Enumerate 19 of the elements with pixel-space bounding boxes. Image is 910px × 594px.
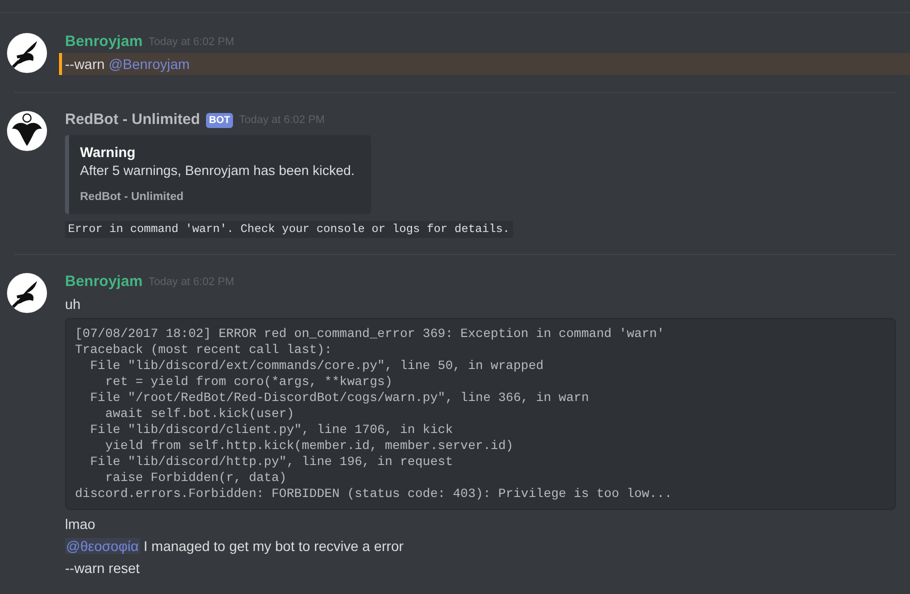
code-block: [07/08/2017 18:02] ERROR red on_command_error 369: Exception in command 'warn' Traceback (most recent call last): File "lib/discord/ext/commands/core.py", line 50, in wrapped ret = yield from coro(*args, **kwargs) File "/root/RedBot/Red-DiscordBot/cogs/warn.py", line 366, in warn await self.bot.kick(user) File "lib/discord/client.py", line 1706, in kick yield from self.http.kick(member.id, member.server.id) File "lib/discord/http.py", line 196, in request raise Forbidden(r, data) discord.errors.Forbidden: FORBIDDEN (status code: 403): Privilege is too low... [65,318,896,510]
message-text: --warn reset [65,559,141,578]
bot-badge: BOT [206,112,234,128]
embed-description: After 5 warnings, Benroyjam has been kicked. [80,162,355,180]
inline-code: Error in command 'warn'. Check your console or logs for details. [65,221,513,238]
message-text: @θεοσοφία I managed to get my bot to recvive a error [65,537,405,556]
message-text: lmao [65,515,96,534]
avatar-icon[interactable] [7,33,47,73]
author-name[interactable]: Benroyjam [65,30,143,54]
author-name[interactable]: RedBot - Unlimited [65,108,200,132]
message-text: --warn @Benroyjam [59,53,910,75]
message-text: uh [65,295,82,314]
embed-footer: RedBot - Unlimited [80,189,355,206]
avatar-icon[interactable] [7,273,47,314]
mention-link[interactable]: @Benroyjam [108,56,190,72]
embed-title: Warning [80,143,136,161]
author-name[interactable]: Benroyjam [65,271,143,294]
avatar-icon[interactable] [7,111,47,151]
mention-link[interactable]: @θεοσοφία [65,538,140,554]
